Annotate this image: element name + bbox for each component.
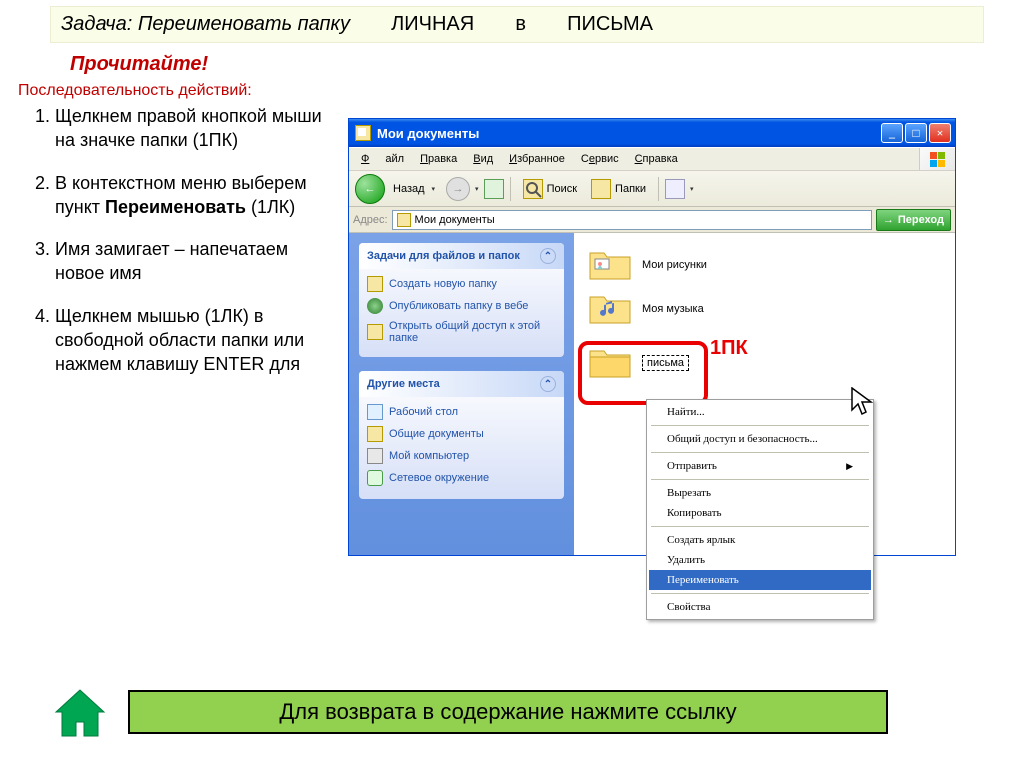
maximize-button[interactable]: □ xyxy=(905,123,927,143)
places-panel-header[interactable]: Другие места⌃ xyxy=(359,371,564,397)
tasks-panel: Задачи для файлов и папок⌃ Создать новую… xyxy=(359,243,564,357)
task-new-folder[interactable]: Создать новую папку xyxy=(367,273,556,295)
back-label[interactable]: Назад ▾ xyxy=(387,175,444,203)
step-3: Имя замигает – напечатаем новое имя xyxy=(55,237,340,286)
sidebar: Задачи для файлов и папок⌃ Создать новую… xyxy=(349,233,574,555)
close-button[interactable]: × xyxy=(929,123,951,143)
title-bar[interactable]: Мои документы _ □ × xyxy=(349,119,955,147)
task-arg2: ПИСЬМА xyxy=(567,13,653,35)
red-highlight-box xyxy=(578,341,708,405)
task-arg1: ЛИЧНАЯ xyxy=(391,13,474,35)
onepk-label: 1ПК xyxy=(710,337,748,360)
share-icon xyxy=(367,324,383,340)
place-network[interactable]: Сетевое окружение xyxy=(367,467,556,489)
file-my-music[interactable]: Моя музыка xyxy=(588,287,941,331)
folders-icon xyxy=(591,179,611,199)
cm-find[interactable]: Найти... xyxy=(649,402,871,422)
menu-tools[interactable]: Сервис xyxy=(573,151,627,167)
task-header: Задача: Переименовать папку ЛИЧНАЯ в ПИС… xyxy=(50,6,984,43)
return-link-bar[interactable]: Для возврата в содержание нажмите ссылку xyxy=(128,690,888,734)
cm-send[interactable]: Отправить▶ xyxy=(649,456,871,476)
window-title: Мои документы xyxy=(377,126,881,141)
pictures-folder-icon xyxy=(588,247,632,283)
desktop-icon xyxy=(367,404,383,420)
step-4: Щелкнем мышью (1ЛК) в свободной области … xyxy=(55,304,340,377)
cm-cut[interactable]: Вырезать xyxy=(649,483,871,503)
address-icon xyxy=(397,213,411,227)
cm-props[interactable]: Свойства xyxy=(649,597,871,617)
task-publish[interactable]: Опубликовать папку в вебе xyxy=(367,295,556,317)
address-label: Адрес: xyxy=(353,214,388,226)
cm-share[interactable]: Общий доступ и безопасность... xyxy=(649,429,871,449)
search-button[interactable]: Поиск xyxy=(517,175,583,203)
menu-edit[interactable]: Правка xyxy=(412,151,465,167)
folder-icon xyxy=(367,426,383,442)
menu-bar: Файл Правка Вид Избранное Сервис Справка xyxy=(349,147,955,171)
folder-icon xyxy=(367,276,383,292)
cm-rename[interactable]: Переименовать xyxy=(649,570,871,590)
tasks-panel-header[interactable]: Задачи для файлов и папок⌃ xyxy=(359,243,564,269)
address-field[interactable]: Мои документы xyxy=(392,210,872,230)
task-text: Переименовать папку xyxy=(138,13,350,35)
task-mid: в xyxy=(515,13,526,35)
menu-file[interactable]: Файл xyxy=(353,151,412,167)
collapse-icon[interactable]: ⌃ xyxy=(540,376,556,392)
step-2-tail: (1ЛК) xyxy=(246,197,295,217)
collapse-icon[interactable]: ⌃ xyxy=(540,248,556,264)
file-label: Моя музыка xyxy=(642,303,704,315)
step-2: В контекстном меню выберем пункт Переиме… xyxy=(55,171,340,220)
address-bar: Адрес: Мои документы → Переход xyxy=(349,207,955,233)
windows-logo-icon xyxy=(919,148,955,170)
places-panel: Другие места⌃ Рабочий стол Общие докумен… xyxy=(359,371,564,499)
sequence-label: Последовательность действий: xyxy=(18,82,1024,100)
place-desktop[interactable]: Рабочий стол xyxy=(367,401,556,423)
cursor-icon xyxy=(850,387,876,419)
read-heading: Прочитайте! xyxy=(70,53,1024,76)
steps-list: Щелкнем правой кнопкой мыши на значке па… xyxy=(55,104,340,377)
step-2-bold: Переименовать xyxy=(105,197,246,217)
forward-button[interactable]: → xyxy=(446,177,470,201)
computer-icon xyxy=(367,448,383,464)
file-my-pictures[interactable]: Мои рисунки xyxy=(588,243,941,287)
task-share[interactable]: Открыть общий доступ к этой папке xyxy=(367,317,556,347)
mydocs-icon xyxy=(355,125,371,141)
home-icon[interactable] xyxy=(50,686,110,742)
minimize-button[interactable]: _ xyxy=(881,123,903,143)
menu-favorites[interactable]: Избранное xyxy=(501,151,573,167)
music-folder-icon xyxy=(588,291,632,327)
cm-delete[interactable]: Удалить xyxy=(649,550,871,570)
go-button[interactable]: → Переход xyxy=(876,209,951,231)
step-1: Щелкнем правой кнопкой мыши на значке па… xyxy=(55,104,340,153)
back-button[interactable]: ← xyxy=(355,174,385,204)
folders-button[interactable]: Папки xyxy=(585,175,652,203)
menu-view[interactable]: Вид xyxy=(465,151,501,167)
network-icon xyxy=(367,470,383,486)
file-label: Мои рисунки xyxy=(642,259,707,271)
return-link-text: Для возврата в содержание нажмите ссылку xyxy=(279,699,736,725)
cm-shortcut[interactable]: Создать ярлык xyxy=(649,530,871,550)
place-shared[interactable]: Общие документы xyxy=(367,423,556,445)
menu-help[interactable]: Справка xyxy=(627,151,686,167)
cm-copy[interactable]: Копировать xyxy=(649,503,871,523)
place-computer[interactable]: Мой компьютер xyxy=(367,445,556,467)
globe-icon xyxy=(367,298,383,314)
context-menu[interactable]: Найти... Общий доступ и безопасность... … xyxy=(646,399,874,620)
task-label: Задача: xyxy=(61,13,132,35)
up-button[interactable] xyxy=(484,179,504,199)
toolbar: ← Назад ▾ →▾ Поиск Папки ▾ xyxy=(349,171,955,207)
address-value: Мои документы xyxy=(415,214,495,226)
search-icon xyxy=(523,179,543,199)
views-button[interactable] xyxy=(665,179,685,199)
